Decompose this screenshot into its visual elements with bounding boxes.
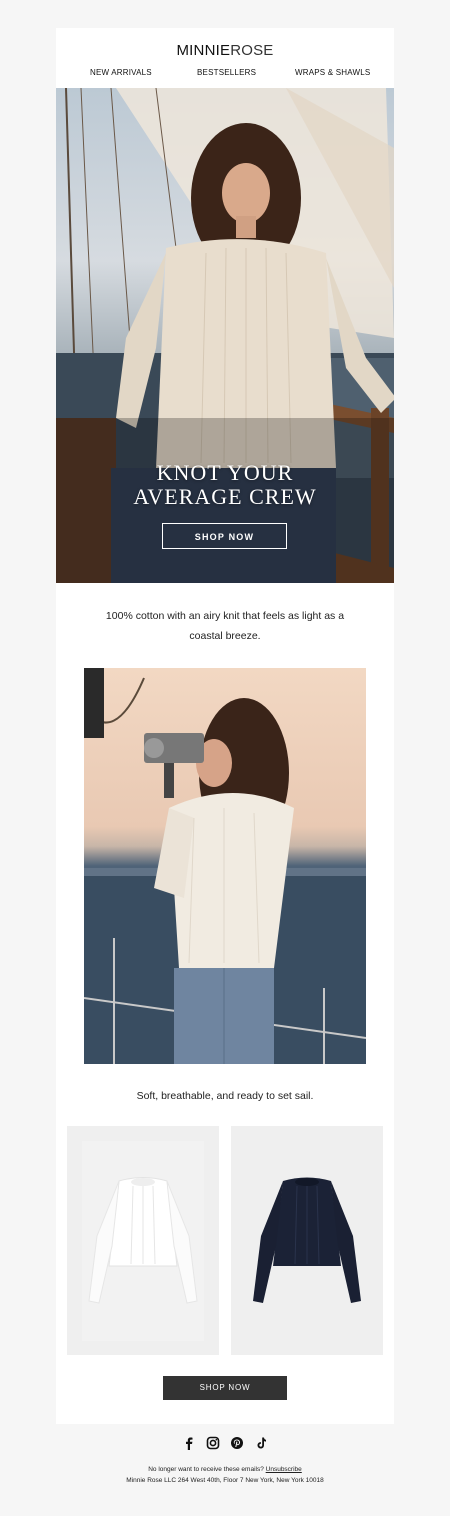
unsubscribe-link[interactable]: Unsubscribe: [266, 1466, 302, 1473]
hero-banner[interactable]: KNOT YOUR AVERAGE CREW SHOP NOW: [56, 88, 394, 583]
tiktok-icon[interactable]: [254, 1436, 268, 1450]
body-copy-secondary: Soft, breathable, and ready to set sail.: [136, 1090, 314, 1102]
lifestyle-image-camera[interactable]: [84, 668, 366, 1064]
product-image-white: [82, 1141, 204, 1341]
top-nav: NEW ARRIVALS BESTSELLERS WRAPS & SHAWLS: [56, 68, 394, 82]
lifestyle-image: [84, 668, 366, 1064]
product-image-navy: [253, 1177, 361, 1303]
brand-name-bold: MINNIE: [176, 42, 231, 59]
product-card-white[interactable]: [67, 1126, 219, 1355]
nav-bestsellers[interactable]: BESTSELLERS: [197, 68, 256, 77]
unsubscribe-prefix: No longer want to receive these emails?: [148, 1466, 264, 1473]
social-icons: [0, 1436, 450, 1452]
company-address: Minnie Rose LLC 264 West 40th, Floor 7 N…: [126, 1477, 324, 1484]
nav-wraps-shawls[interactable]: WRAPS & SHAWLS: [295, 68, 370, 77]
hero-shop-now-button[interactable]: SHOP NOW: [162, 523, 287, 549]
facebook-icon[interactable]: [182, 1436, 196, 1450]
nav-new-arrivals[interactable]: NEW ARRIVALS: [90, 68, 152, 77]
brand-logo[interactable]: MINNIEROSE: [56, 42, 394, 59]
instagram-icon[interactable]: [206, 1436, 220, 1450]
brand-name-light: ROSE: [230, 42, 274, 59]
pinterest-icon[interactable]: [230, 1436, 244, 1450]
bottom-shop-now-button[interactable]: SHOP NOW: [163, 1376, 287, 1400]
product-card-navy[interactable]: [231, 1126, 383, 1355]
body-copy-primary: 100% cotton with an airy knit that feels…: [105, 610, 345, 642]
hero-headline-line2: AVERAGE CREW: [133, 484, 317, 509]
hero-headline-line1: KNOT YOUR: [156, 460, 294, 485]
email-card: MINNIEROSE NEW ARRIVALS BESTSELLERS WRAP…: [56, 28, 394, 1424]
unsubscribe-line: No longer want to receive these emails? …: [0, 1466, 450, 1473]
hero-headline: KNOT YOUR AVERAGE CREW: [56, 461, 394, 509]
